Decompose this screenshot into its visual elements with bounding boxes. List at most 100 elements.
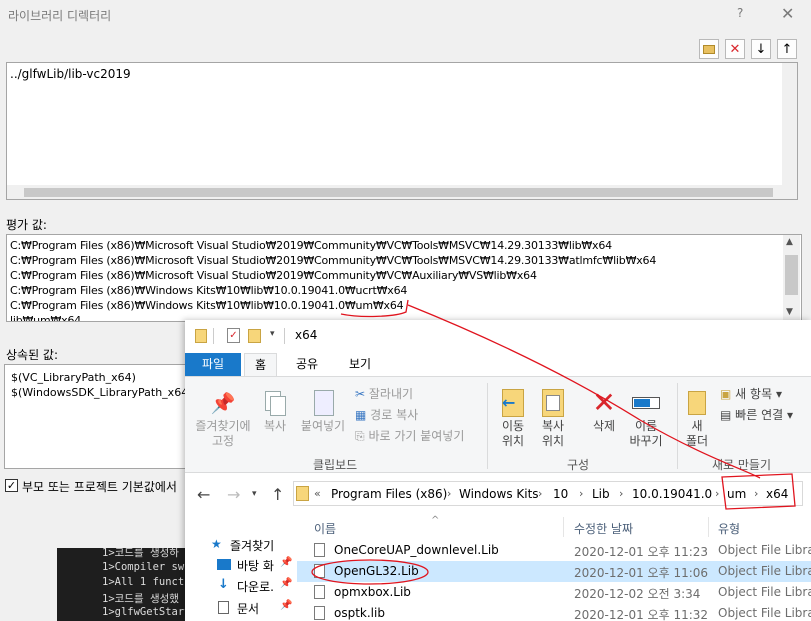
- nav-downloads[interactable]: 다운로.: [237, 578, 274, 595]
- address-bar[interactable]: « Program Files (x86) › Windows Kits › 1…: [293, 481, 803, 506]
- column-divider[interactable]: [563, 517, 564, 537]
- evaluated-value-list: C:₩Program Files (x86)₩Microsoft Visual …: [6, 234, 802, 322]
- file-type: Object File Library: [718, 564, 811, 578]
- move-to-button[interactable]: ← 이동 위치: [494, 387, 532, 449]
- tab-home[interactable]: 홈: [244, 353, 277, 376]
- forward-arrow-icon[interactable]: →: [227, 485, 240, 504]
- close-button[interactable]: ✕: [781, 4, 794, 23]
- recent-locations-icon[interactable]: ▾: [252, 489, 257, 499]
- overflow-chevron-icon[interactable]: «: [314, 487, 321, 500]
- back-arrow-icon[interactable]: ←: [197, 485, 210, 504]
- scroll-down-icon[interactable]: ▼: [786, 307, 793, 317]
- nav-desktop[interactable]: 바탕 화: [237, 557, 274, 574]
- directory-editor[interactable]: ../glfwLib/lib-vc2019: [6, 62, 798, 200]
- organize-group-label: 구성: [567, 458, 590, 472]
- new-line-button[interactable]: [699, 39, 719, 59]
- console-line: 1>코드를 생성했: [102, 593, 179, 605]
- directory-vertical-scrollbar[interactable]: [782, 63, 797, 199]
- group-divider: [487, 383, 488, 469]
- new-folder-icon[interactable]: [248, 329, 261, 343]
- file-row[interactable]: opmxbox.Lib 2020-12-02 오전 3:34 Object Fi…: [297, 582, 811, 603]
- breadcrumb-separator-icon[interactable]: ›: [579, 487, 583, 500]
- paste-label: 붙여넣기: [300, 419, 346, 433]
- console-line: 1>Compiler swi: [102, 561, 187, 573]
- file-row[interactable]: osptk.lib 2020-12-01 오후 11:32 Object Fil…: [297, 603, 811, 621]
- cut-label: 잘라내기: [368, 387, 414, 401]
- tab-view[interactable]: 보기: [340, 353, 380, 376]
- breadcrumb-program-files[interactable]: Program Files (x86): [331, 487, 447, 501]
- new-folder-button[interactable]: 새 폴더: [682, 387, 712, 449]
- evaluated-scroll-thumb[interactable]: [785, 255, 798, 295]
- pin-to-quick-access-button[interactable]: 📌 즐겨찾기에 고정: [190, 387, 256, 449]
- clipboard-icon: [295, 387, 351, 419]
- breadcrumb-separator-icon[interactable]: ›: [538, 487, 542, 500]
- eval-line: C:₩Program Files (x86)₩Microsoft Visual …: [10, 269, 537, 282]
- dropdown-icon: ▾: [775, 387, 782, 401]
- copy-to-button[interactable]: 복사 위치: [534, 387, 572, 449]
- copy-path-button[interactable]: ▦ 경로 복사: [355, 406, 418, 423]
- breadcrumb-separator-icon[interactable]: ›: [447, 487, 451, 500]
- help-button[interactable]: ?: [737, 6, 743, 20]
- paste-shortcut-icon: ⎘: [355, 429, 365, 443]
- column-divider[interactable]: [708, 517, 709, 537]
- inherit-checkbox-label[interactable]: 부모 또는 프로젝트 기본값에서: [22, 478, 177, 495]
- column-header-name[interactable]: 이름: [314, 520, 336, 537]
- breadcrumb-10[interactable]: 10: [553, 487, 568, 501]
- move-down-button[interactable]: ↓: [751, 39, 771, 59]
- column-header-date[interactable]: 수정한 날짜: [574, 520, 633, 537]
- properties-icon[interactable]: ✓: [227, 328, 240, 343]
- delete-line-button[interactable]: ✕: [725, 39, 745, 59]
- nav-documents[interactable]: 문서: [237, 600, 259, 617]
- breadcrumb-separator-icon[interactable]: ›: [619, 487, 623, 500]
- up-arrow-icon[interactable]: ↑: [271, 485, 284, 504]
- tab-share[interactable]: 공유: [287, 353, 327, 376]
- delete-button[interactable]: ✕ 삭제: [584, 387, 624, 434]
- easy-access-button[interactable]: ▤ 빠른 연결 ▾: [720, 406, 793, 423]
- pin-icon: 📌: [210, 391, 236, 415]
- move-to-label: 이동 위치: [501, 419, 525, 448]
- paste-button[interactable]: 붙여넣기: [295, 387, 351, 434]
- directory-scroll-thumb[interactable]: [24, 188, 773, 197]
- file-row[interactable]: OneCoreUAP_downlevel.Lib 2020-12-01 오후 1…: [297, 540, 811, 561]
- new-item-button[interactable]: ▣ 새 항목 ▾: [720, 385, 782, 402]
- file-row-selected[interactable]: OpenGL32.Lib 2020-12-01 오후 11:06 Object …: [297, 561, 811, 582]
- file-date: 2020-12-02 오전 3:34: [574, 587, 701, 601]
- ribbon-tabs: 파일 홈 공유 보기: [185, 353, 811, 376]
- inherit-checkbox[interactable]: ✓: [5, 479, 18, 492]
- folder-icon: [296, 486, 309, 501]
- move-up-button[interactable]: ↑: [777, 39, 797, 59]
- file-date: 2020-12-01 오후 11:23: [574, 545, 709, 559]
- scroll-up-icon[interactable]: ▲: [786, 237, 793, 247]
- quick-access-toolbar: ✓ ▾ x64: [185, 320, 811, 353]
- easy-access-icon: ▤: [720, 408, 732, 422]
- cut-button[interactable]: ✂ 잘라내기: [355, 385, 413, 402]
- evaluated-value-label: 평가 값:: [6, 218, 47, 232]
- breadcrumb-lib[interactable]: Lib: [592, 487, 610, 501]
- column-header-type[interactable]: 유형: [718, 520, 740, 537]
- pin-icon: 📌: [280, 600, 293, 611]
- desktop-icon: [217, 559, 231, 570]
- file-icon: [314, 543, 325, 557]
- eval-line: C:₩Program Files (x86)₩Windows Kits₩10₩l…: [10, 284, 408, 297]
- new-folder-icon: [682, 387, 712, 419]
- inherited-line: $(WindowsSDK_LibraryPath_x64): [11, 386, 193, 399]
- directory-value[interactable]: ../glfwLib/lib-vc2019: [10, 67, 131, 81]
- customize-toolbar-icon[interactable]: ▾: [270, 329, 275, 339]
- nav-quick-access[interactable]: 즐겨찾기: [230, 537, 274, 554]
- copy-button[interactable]: 복사: [257, 387, 293, 434]
- breadcrumb-x64[interactable]: x64: [766, 487, 788, 501]
- breadcrumb-windows-kits[interactable]: Windows Kits: [459, 487, 539, 501]
- rename-button[interactable]: 이름 바꾸기: [626, 387, 666, 449]
- eval-line: lib₩um₩x64: [10, 314, 82, 322]
- breadcrumb-um[interactable]: um: [727, 487, 746, 501]
- new-item-label: 새 항목: [735, 387, 773, 401]
- file-explorer-window: ✓ ▾ x64 파일 홈 공유 보기 📌 즐겨찾기에 고정 복사 붙여넣기 ✂ …: [185, 320, 811, 621]
- star-icon: ★: [211, 537, 222, 551]
- file-date: 2020-12-01 오후 11:06: [574, 566, 709, 580]
- download-icon: ↓: [218, 577, 229, 592]
- tab-file[interactable]: 파일: [185, 353, 241, 376]
- breadcrumb-sdk-version[interactable]: 10.0.19041.0: [632, 487, 712, 501]
- paste-shortcut-button[interactable]: ⎘ 바로 가기 붙여넣기: [355, 427, 464, 444]
- breadcrumb-separator-icon[interactable]: ›: [754, 487, 758, 500]
- breadcrumb-separator-icon[interactable]: ›: [715, 487, 719, 500]
